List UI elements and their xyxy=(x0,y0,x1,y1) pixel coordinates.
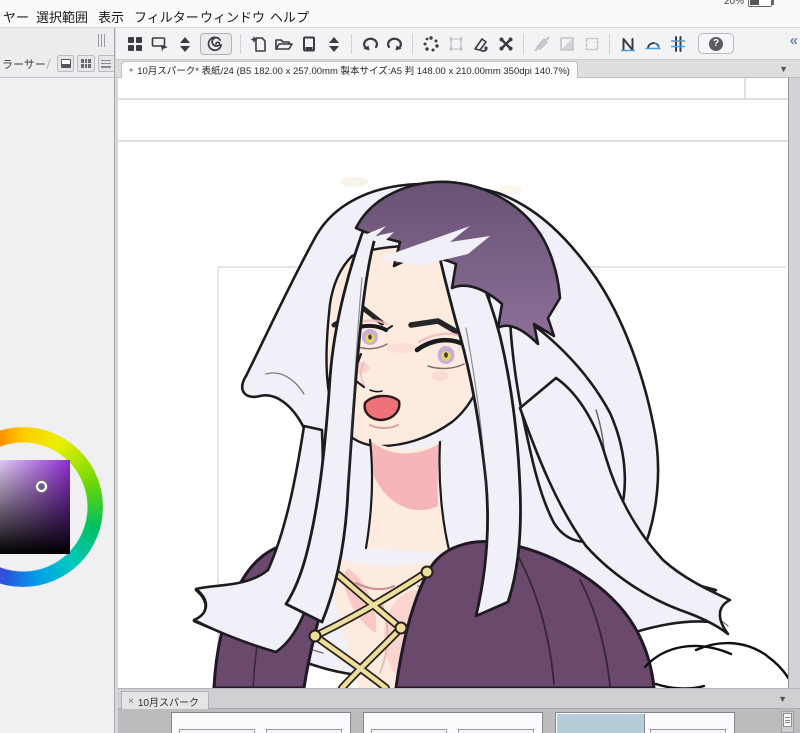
battery-icon xyxy=(748,0,774,7)
menu-bar: ヤー 選択範囲 表示 フィルター ウィンドウ ヘルプ 20% xyxy=(0,0,800,28)
page-spread-thumbnail-1[interactable] xyxy=(171,712,351,733)
clip-studio-spiral-button[interactable] xyxy=(200,32,232,55)
new-page-icon[interactable] xyxy=(246,32,271,56)
page-manager: × 10月スパーク ▼ xyxy=(118,688,800,733)
color-wheel-body xyxy=(0,78,114,733)
color-wheel-panel: ラーサー xyxy=(0,28,115,733)
thumbnail-scrollbar[interactable] xyxy=(781,711,794,733)
tab-color-set[interactable] xyxy=(77,55,95,72)
shoulder-hair-left xyxy=(192,424,325,654)
workspace-grid-icon[interactable] xyxy=(122,32,147,56)
right-panel-strip[interactable] xyxy=(788,78,800,688)
menu-item-layer-truncated[interactable]: ヤー xyxy=(3,7,29,26)
page-manager-tab-label: 10月スパーク xyxy=(137,697,199,709)
document-tab-title: 10月スパーク* 表紙/24 (B5 182.00 x 257.00mm 製本サ… xyxy=(137,66,570,77)
stepper-arrows-icon[interactable] xyxy=(172,32,197,56)
battery-percent-label: 20% xyxy=(723,0,744,7)
curve-ruler-icon[interactable] xyxy=(640,32,665,56)
page-thumbnail-strip xyxy=(118,709,800,733)
mesh-transform-icon[interactable] xyxy=(493,32,518,56)
tab-color-circle[interactable]: ラーサー xyxy=(2,56,46,72)
mouth xyxy=(363,394,401,422)
selection-area-icon-disabled xyxy=(579,32,604,56)
help-button[interactable]: ? xyxy=(698,33,734,54)
panel-grip-icon[interactable] xyxy=(98,34,110,47)
scrollbar-thumb[interactable] xyxy=(783,713,792,727)
transform-frame-icon-disabled xyxy=(443,32,468,56)
canvas-artwork[interactable] xyxy=(118,78,788,688)
saturation-value-square[interactable] xyxy=(0,460,70,554)
command-toolbar: ? « xyxy=(116,28,800,60)
color-set-icon xyxy=(81,59,92,68)
document-tab-bar: ● 10月スパーク* 表紙/24 (B5 182.00 x 257.00mm 製… xyxy=(116,60,800,78)
page-manager-tab[interactable]: × 10月スパーク xyxy=(121,691,209,710)
collapse-panel-icon[interactable]: « xyxy=(790,32,798,49)
no-editing-icon-disabled xyxy=(529,32,554,56)
tab-list-dropdown-icon[interactable]: ▼ xyxy=(779,64,788,74)
close-tab-icon[interactable]: × xyxy=(128,696,134,707)
color-panel-tabs: ラーサー xyxy=(0,50,114,78)
modified-dot-icon: ● xyxy=(129,66,134,74)
canvas-viewport[interactable] xyxy=(118,78,788,688)
display-transfer-icon[interactable] xyxy=(147,32,172,56)
tab-color-slider[interactable] xyxy=(57,55,75,72)
blend-pen-icon[interactable] xyxy=(468,32,493,56)
paint-smudge xyxy=(340,177,368,187)
menu-item-window[interactable]: ウィンドウ xyxy=(200,7,265,26)
selected-page-highlight xyxy=(557,714,645,733)
fill-area-icon-disabled xyxy=(554,32,579,56)
redo-icon[interactable] xyxy=(382,32,407,56)
character-illustration xyxy=(192,180,788,688)
page-view-icon[interactable] xyxy=(296,32,321,56)
perspective-ruler-icon[interactable] xyxy=(615,32,640,56)
menu-item-help[interactable]: ヘルプ xyxy=(270,7,309,26)
page-spread-thumbnail-3[interactable] xyxy=(555,712,735,733)
symmetry-ruler-icon[interactable] xyxy=(665,32,690,56)
tab-color-history[interactable] xyxy=(97,55,114,72)
page-manager-tab-bar: × 10月スパーク ▼ xyxy=(118,688,800,710)
page-stepper-arrows-icon[interactable] xyxy=(321,32,346,56)
page-manager-dropdown-icon[interactable]: ▼ xyxy=(778,694,787,704)
document-tab[interactable]: ● 10月スパーク* 表紙/24 (B5 182.00 x 257.00mm 製… xyxy=(121,61,578,78)
color-history-icon xyxy=(101,59,112,68)
sketch-strokes xyxy=(643,641,788,688)
menu-item-view[interactable]: 表示 xyxy=(98,7,124,26)
menu-item-filter[interactable]: フィルター xyxy=(134,7,199,26)
help-icon: ? xyxy=(709,36,723,51)
page-spread-thumbnail-2[interactable] xyxy=(363,712,543,733)
undo-icon[interactable] xyxy=(357,32,382,56)
spray-select-icon[interactable] xyxy=(418,32,443,56)
color-slider-icon xyxy=(60,59,71,68)
open-folder-icon[interactable] xyxy=(271,32,296,56)
tab-edge-mark xyxy=(46,58,56,69)
battery-indicator: 20% xyxy=(723,0,774,8)
menu-item-selection[interactable]: 選択範囲 xyxy=(36,7,88,26)
color-selector-handle[interactable] xyxy=(36,481,47,492)
